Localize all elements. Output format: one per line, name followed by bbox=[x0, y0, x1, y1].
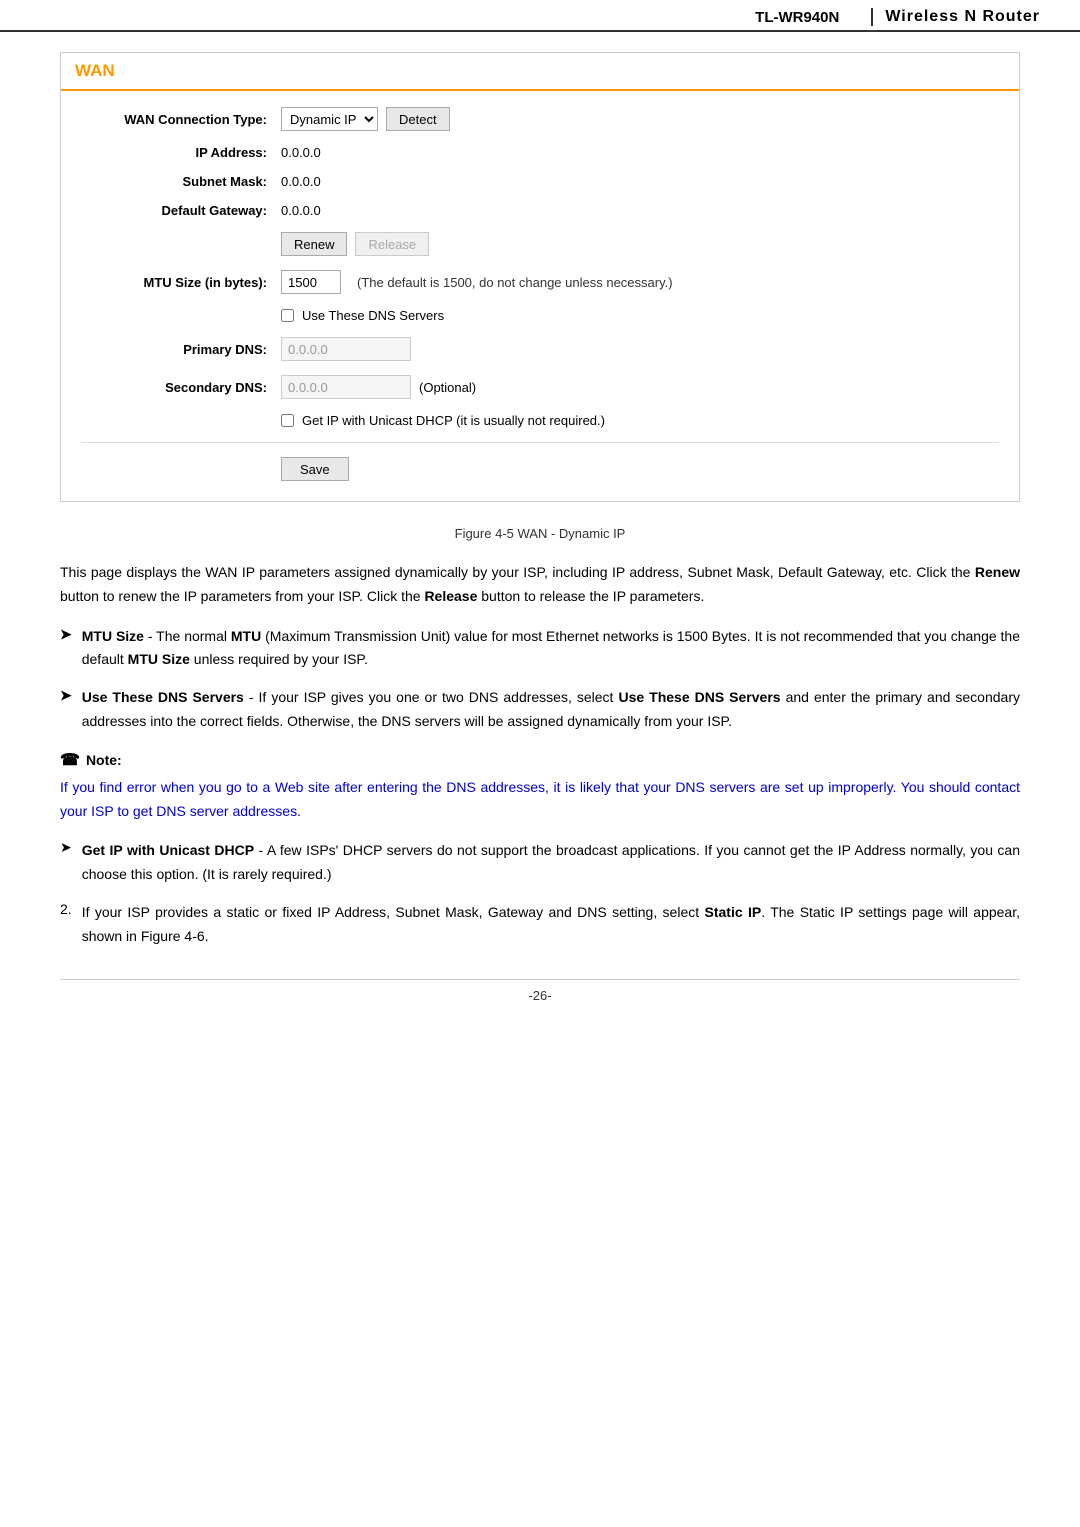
subnet-mask-label: Subnet Mask: bbox=[81, 174, 281, 189]
page-footer: -26- bbox=[60, 979, 1020, 1003]
default-gateway-value: 0.0.0.0 bbox=[281, 203, 321, 218]
page-number: -26- bbox=[528, 988, 551, 1003]
bullet-list: ➤ MTU Size - The normal MTU (Maximum Tra… bbox=[60, 625, 1020, 734]
note-title: Note: bbox=[86, 752, 122, 768]
subnet-mask-value: 0.0.0.0 bbox=[281, 174, 321, 189]
secondary-dns-input[interactable] bbox=[281, 375, 411, 399]
bullet-content-dns: Use These DNS Servers - If your ISP give… bbox=[82, 686, 1020, 734]
primary-dns-controls bbox=[281, 337, 999, 361]
wan-panel-header: WAN bbox=[61, 53, 1019, 91]
mtu-controls: (The default is 1500, do not change unle… bbox=[281, 270, 999, 294]
numbered-list: ➤ Get IP with Unicast DHCP - A few ISPs'… bbox=[60, 839, 1020, 948]
mtu-input[interactable] bbox=[281, 270, 341, 294]
connection-type-row: WAN Connection Type: Dynamic IP Detect bbox=[81, 107, 999, 131]
unicast-row: Get IP with Unicast DHCP (it is usually … bbox=[81, 413, 999, 428]
renew-release-row: Renew Release bbox=[81, 232, 999, 256]
subnet-mask-row: Subnet Mask: 0.0.0.0 bbox=[81, 174, 999, 189]
primary-dns-label: Primary DNS: bbox=[81, 342, 281, 357]
bullet-item-mtu: ➤ MTU Size - The normal MTU (Maximum Tra… bbox=[60, 625, 1020, 673]
body-paragraph: This page displays the WAN IP parameters… bbox=[60, 561, 1020, 609]
secondary-dns-controls: (Optional) bbox=[281, 375, 999, 399]
default-gateway-label: Default Gateway: bbox=[81, 203, 281, 218]
save-row: Save bbox=[81, 442, 999, 481]
dns-checkbox-row: Use These DNS Servers bbox=[81, 308, 999, 323]
numbered-item-static: 2. If your ISP provides a static or fixe… bbox=[60, 901, 1020, 949]
numbered-content-static: If your ISP provides a static or fixed I… bbox=[82, 901, 1020, 949]
secondary-dns-label: Secondary DNS: bbox=[81, 380, 281, 395]
default-gateway-row: Default Gateway: 0.0.0.0 bbox=[81, 203, 999, 218]
wan-panel-body: WAN Connection Type: Dynamic IP Detect I… bbox=[61, 91, 1019, 501]
header-separator bbox=[871, 8, 873, 26]
primary-dns-input[interactable] bbox=[281, 337, 411, 361]
primary-dns-row: Primary DNS: bbox=[81, 337, 999, 361]
unicast-label: Get IP with Unicast DHCP (it is usually … bbox=[302, 413, 605, 428]
bullet-content-mtu: MTU Size - The normal MTU (Maximum Trans… bbox=[82, 625, 1020, 673]
bullet-arrow-dns: ➤ bbox=[60, 687, 72, 704]
note-text: If you find error when you go to a Web s… bbox=[60, 776, 1020, 824]
unicast-checkbox[interactable] bbox=[281, 414, 294, 427]
header-model: TL-WR940N bbox=[755, 9, 839, 26]
renew-release-controls: Renew Release bbox=[281, 232, 999, 256]
numbered-content-unicast: Get IP with Unicast DHCP - A few ISPs' D… bbox=[82, 839, 1020, 887]
dns-servers-checkbox[interactable] bbox=[281, 309, 294, 322]
figure-caption: Figure 4-5 WAN - Dynamic IP bbox=[60, 526, 1020, 541]
numbered-item-unicast: ➤ Get IP with Unicast DHCP - A few ISPs'… bbox=[60, 839, 1020, 887]
main-content: WAN WAN Connection Type: Dynamic IP Dete… bbox=[0, 52, 1080, 1003]
bullet-arrow-mtu: ➤ bbox=[60, 626, 72, 643]
ip-address-value: 0.0.0.0 bbox=[281, 145, 321, 160]
mtu-label: MTU Size (in bytes): bbox=[81, 275, 281, 290]
note-section: ☎ Note: If you find error when you go to… bbox=[60, 750, 1020, 824]
wan-panel: WAN WAN Connection Type: Dynamic IP Dete… bbox=[60, 52, 1020, 502]
ip-address-label: IP Address: bbox=[81, 145, 281, 160]
ip-address-value-area: 0.0.0.0 bbox=[281, 145, 999, 160]
subnet-mask-value-area: 0.0.0.0 bbox=[281, 174, 999, 189]
header-title: Wireless N Router bbox=[885, 8, 1040, 26]
note-label: ☎ Note: bbox=[60, 750, 1020, 770]
dns-servers-label: Use These DNS Servers bbox=[302, 308, 444, 323]
ip-address-row: IP Address: 0.0.0.0 bbox=[81, 145, 999, 160]
save-button[interactable]: Save bbox=[281, 457, 349, 481]
note-icon: ☎ bbox=[60, 750, 80, 770]
wan-panel-title: WAN bbox=[75, 61, 115, 80]
numbered-label-unicast: ➤ bbox=[60, 839, 72, 856]
connection-type-controls: Dynamic IP Detect bbox=[281, 107, 999, 131]
renew-button[interactable]: Renew bbox=[281, 232, 347, 256]
secondary-dns-row: Secondary DNS: (Optional) bbox=[81, 375, 999, 399]
connection-type-select[interactable]: Dynamic IP bbox=[281, 107, 378, 131]
detect-button[interactable]: Detect bbox=[386, 107, 450, 131]
default-gateway-value-area: 0.0.0.0 bbox=[281, 203, 999, 218]
mtu-row: MTU Size (in bytes): (The default is 150… bbox=[81, 270, 999, 294]
mtu-note: (The default is 1500, do not change unle… bbox=[357, 275, 673, 290]
secondary-dns-optional: (Optional) bbox=[419, 380, 476, 395]
bullet-item-dns: ➤ Use These DNS Servers - If your ISP gi… bbox=[60, 686, 1020, 734]
release-button[interactable]: Release bbox=[355, 232, 429, 256]
numbered-label-static: 2. bbox=[60, 901, 72, 917]
connection-type-label: WAN Connection Type: bbox=[81, 112, 281, 127]
page-header: TL-WR940N Wireless N Router bbox=[0, 0, 1080, 32]
